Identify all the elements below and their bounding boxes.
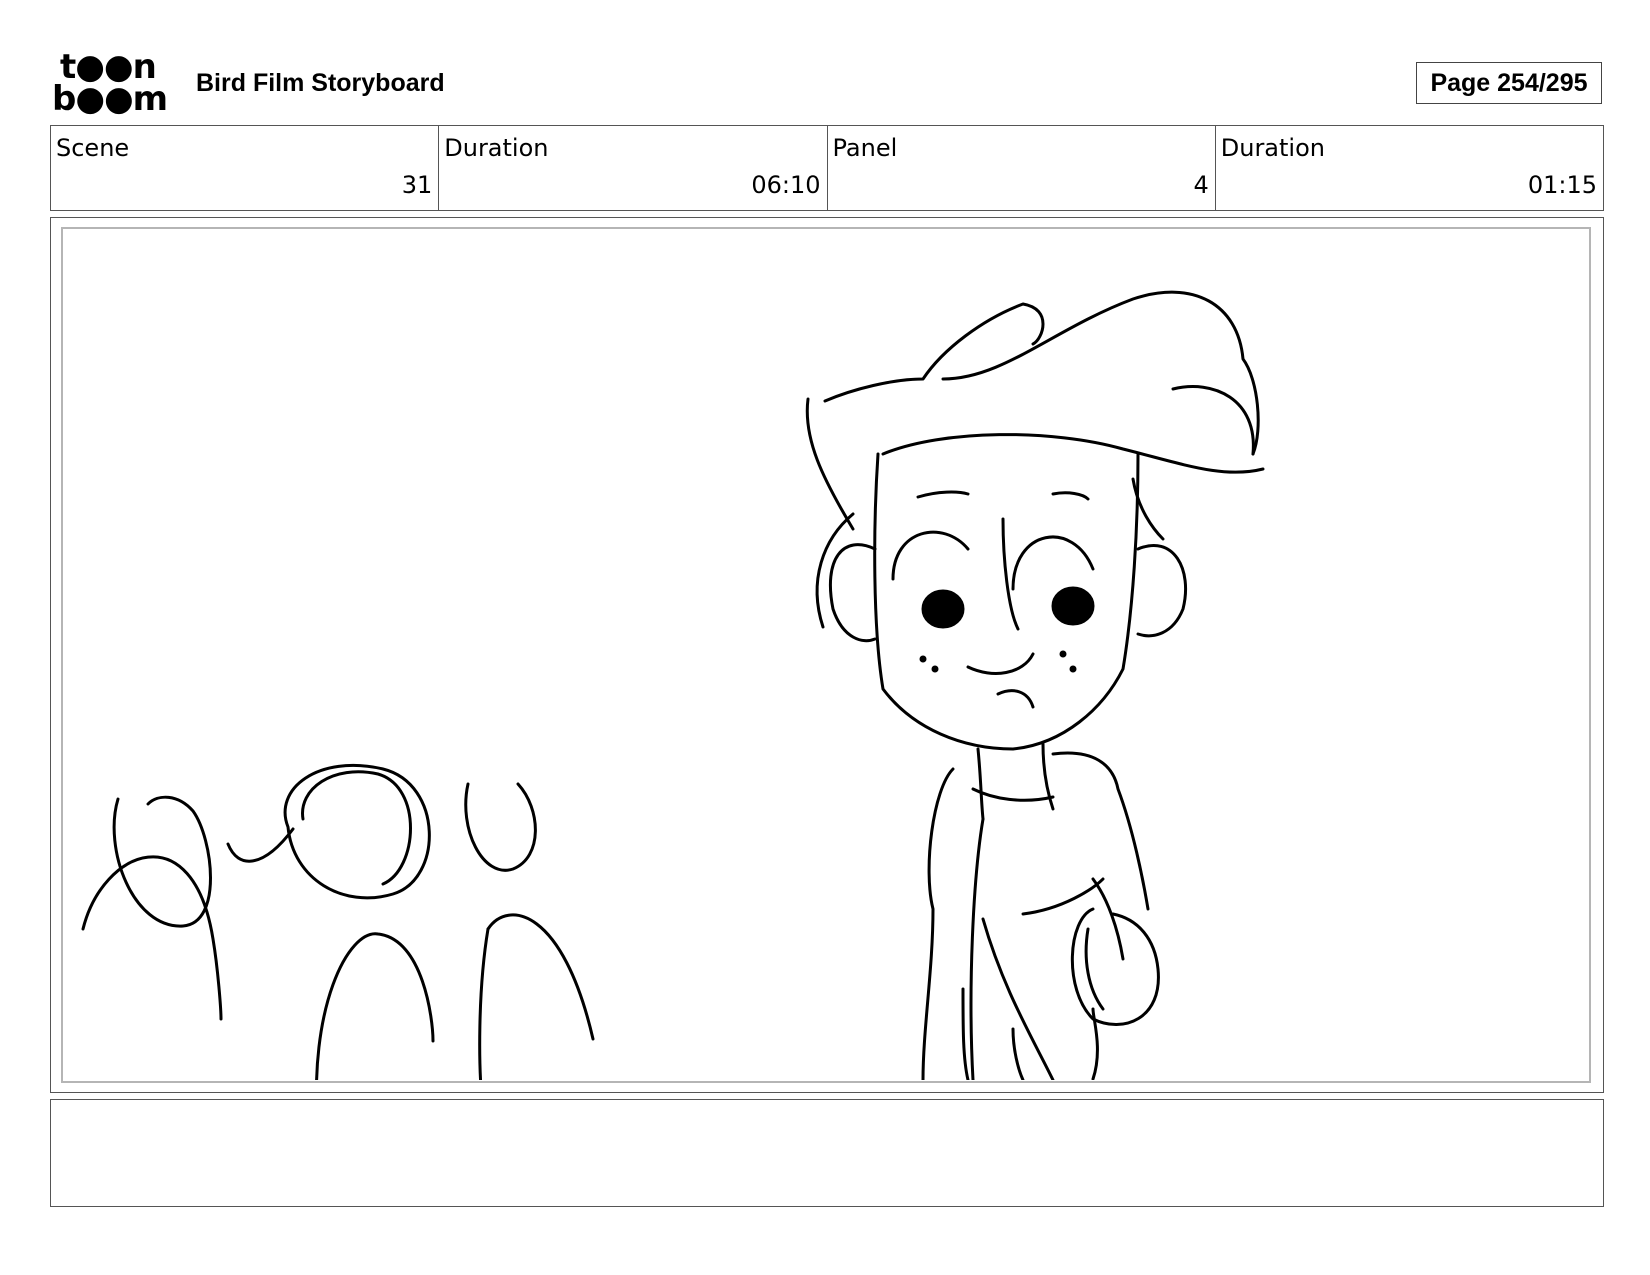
scene-duration-label: Duration [444, 134, 549, 162]
document-title: Bird Film Storyboard [196, 69, 445, 97]
page-number: Page 254/295 [1416, 62, 1602, 104]
panel-value: 4 [1193, 171, 1209, 199]
scene-duration-value: 06:10 [751, 171, 821, 199]
panel-duration-value: 01:15 [1527, 171, 1597, 199]
storyboard-panel-frame [50, 217, 1604, 1093]
crowd-silhouettes [81, 763, 595, 1080]
logo-line-1: t●●n [60, 47, 157, 87]
scene-value: 31 [401, 171, 433, 199]
scene-duration-cell: Duration 06:10 [439, 126, 828, 210]
panel-duration-cell: Duration 01:15 [1216, 126, 1603, 210]
panel-notes-box [50, 1099, 1604, 1207]
panel-sketch [81, 290, 1265, 1080]
panel-duration-label: Duration [1220, 134, 1325, 162]
boy-character [805, 290, 1265, 1080]
scene-cell: Scene 31 [51, 126, 440, 210]
panel-info-table: Scene 31 Duration 06:10 Panel 4 Duration… [50, 125, 1604, 211]
scene-label: Scene [56, 134, 130, 162]
panel-cell: Panel 4 [828, 126, 1216, 210]
panel-label: Panel [832, 134, 898, 162]
toonboom-logo-icon: t●●n b●●m [52, 47, 172, 119]
logo-line-2: b●●m [52, 79, 168, 119]
storyboard-panel-image [61, 227, 1591, 1083]
